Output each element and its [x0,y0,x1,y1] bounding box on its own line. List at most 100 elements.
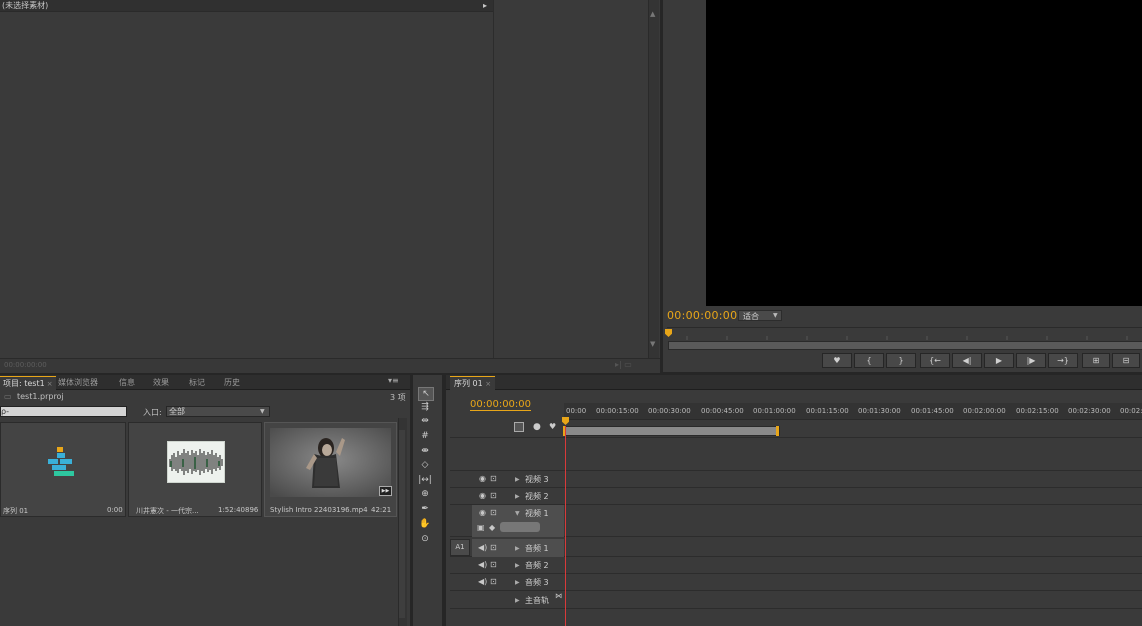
mark-in-button[interactable]: { [854,353,884,368]
project-item-count: 3 项 [390,393,406,402]
slip-tool-icon[interactable]: |↔| [418,474,432,486]
go-to-in-button[interactable]: {← [920,353,950,368]
ruler-label: 00:00:15:00 [596,407,639,415]
keyframe-nav-icon[interactable]: ◆ [489,523,495,532]
program-timecode[interactable]: 00:00:00:00 [667,309,737,322]
chevron-right-icon[interactable]: ▸ [483,0,487,11]
tab-effects[interactable]: 效果 [150,376,172,389]
ripple-edit-tool-icon[interactable]: ⇹ [418,415,432,427]
project-item-audio[interactable]: 川井憲次 - 一代宗... 1:52:40896 [128,422,262,517]
tab-media-browser[interactable]: 媒体浏览器 [55,376,101,389]
project-file-name: test1.prproj [17,392,64,401]
program-zoom-scrollbar[interactable] [668,341,1142,350]
track-name: 视频 3 [525,475,549,484]
speaker-icon[interactable]: ◀) [478,560,487,569]
entry-select[interactable]: 全部 [166,406,270,417]
eye-icon[interactable]: ◉ [479,508,486,517]
eye-icon[interactable]: ◉ [479,474,486,483]
timeline-tabbar [446,375,1142,390]
project-item-video[interactable]: ▶▶ Stylish Intro 22403196.mp4 42:21 [264,422,397,517]
tab-info[interactable]: 信息 [116,376,138,389]
tab-history[interactable]: 历史 [221,376,243,389]
track-row-audio-3[interactable] [450,574,1142,591]
chevron-down-icon[interactable]: ▼ [260,406,265,418]
zoom-tool-icon[interactable]: ⊙ [418,533,432,545]
eye-icon[interactable]: ◉ [479,491,486,500]
tab-project[interactable]: 项目: test1 × [0,376,56,390]
lightbulb-marker-icon[interactable]: ● [533,422,541,432]
timeline-timecode[interactable]: 00:00:00:00 [470,399,532,411]
add-marker-icon[interactable]: ♥ [549,422,556,431]
speaker-icon[interactable]: ◀) [478,577,487,586]
chevron-right-icon[interactable]: ▶ [515,597,520,604]
chevron-right-icon[interactable]: ▶ [515,545,520,552]
tab-markers[interactable]: 标记 [186,376,208,389]
selection-tool-icon[interactable]: ↖ [418,387,434,401]
snap-icon[interactable] [514,422,524,432]
scroll-down-icon[interactable]: ▼ [650,340,655,348]
ruler-label: 00:02:15:00 [1016,407,1059,415]
close-icon[interactable]: × [47,380,53,388]
lift-button[interactable]: ⊞ [1082,353,1110,368]
go-to-out-button[interactable]: →} [1048,353,1078,368]
ruler-label: 00:02: [1120,407,1142,415]
source-scrollbar[interactable] [648,0,659,358]
scroll-up-icon[interactable]: ▲ [650,10,655,18]
master-link-icon[interactable]: ⋈ [555,592,562,600]
razor-tool-icon[interactable]: ◇ [418,459,432,471]
lock-icon[interactable]: ⊡ [490,474,497,483]
program-ruler[interactable] [667,327,1142,340]
work-area-bar[interactable] [564,426,780,436]
chevron-right-icon[interactable]: ▶ [515,493,520,500]
project-item-duration: 1:52:40896 [218,506,259,514]
lock-icon[interactable]: ⊡ [490,577,497,586]
lock-icon[interactable]: ⊡ [490,560,497,569]
project-item-sequence[interactable]: 序列 01 0:00 [0,422,126,517]
source-settings-icon[interactable]: ▸| ▭ [615,360,632,369]
mark-in-icon: { [866,356,872,365]
speaker-icon[interactable]: ◀) [478,543,487,552]
program-video-display[interactable] [706,0,1142,306]
source-divider [493,0,494,358]
sequence-icon [48,447,74,476]
keyframe-value-field[interactable] [500,522,540,532]
ruler-label: 00:02:30:00 [1068,407,1111,415]
hand-tool-icon[interactable]: ✋ [418,518,432,530]
lock-icon[interactable]: ⊡ [490,508,497,517]
track-row-video-3[interactable] [450,471,1142,488]
chevron-down-icon[interactable]: ▼ [515,510,520,517]
step-forward-button[interactable]: |▶ [1016,353,1046,368]
work-area-end-handle[interactable] [776,426,779,436]
step-back-button[interactable]: ◀| [952,353,982,368]
slide-tool-icon[interactable]: ⊕ [418,488,432,500]
track-row-master[interactable] [450,591,1142,609]
track-name: 视频 2 [525,492,549,501]
mark-out-button[interactable]: } [886,353,916,368]
project-scrollbar-thumb[interactable] [399,430,405,618]
keyframe-display-icon[interactable]: ▣ [477,523,485,532]
pen-tool-icon[interactable]: ✒ [418,503,432,515]
lock-icon[interactable]: ⊡ [490,491,497,500]
go-to-out-icon: →} [1057,356,1069,365]
rolling-edit-tool-icon[interactable]: # [418,430,432,442]
chevron-right-icon[interactable]: ▶ [515,476,520,483]
chevron-right-icon[interactable]: ▶ [515,562,520,569]
source-track-a1[interactable]: A1 [450,539,470,556]
play-button[interactable]: ▶ [984,353,1014,368]
add-marker-button[interactable]: ♥ [822,353,852,368]
track-row-video-2[interactable] [450,488,1142,505]
search-icon: ρ- [1,407,9,416]
source-timecode[interactable]: 00:00:00:00 [4,361,47,369]
rate-stretch-tool-icon[interactable]: ⇼ [418,445,432,457]
source-monitor-header[interactable] [0,0,494,12]
track-select-tool-icon[interactable]: ⇶ [418,401,432,413]
tab-sequence-01[interactable]: 序列 01 × [450,376,496,390]
extract-button[interactable]: ⊟ [1112,353,1140,368]
panel-menu-icon[interactable]: ▾≡ [388,376,399,385]
chevron-right-icon[interactable]: ▶ [515,579,520,586]
chevron-down-icon[interactable]: ▼ [773,310,778,322]
project-search-input[interactable] [0,406,127,417]
close-icon[interactable]: × [485,380,491,388]
lock-icon[interactable]: ⊡ [490,543,497,552]
track-row-audio-2[interactable] [450,557,1142,574]
